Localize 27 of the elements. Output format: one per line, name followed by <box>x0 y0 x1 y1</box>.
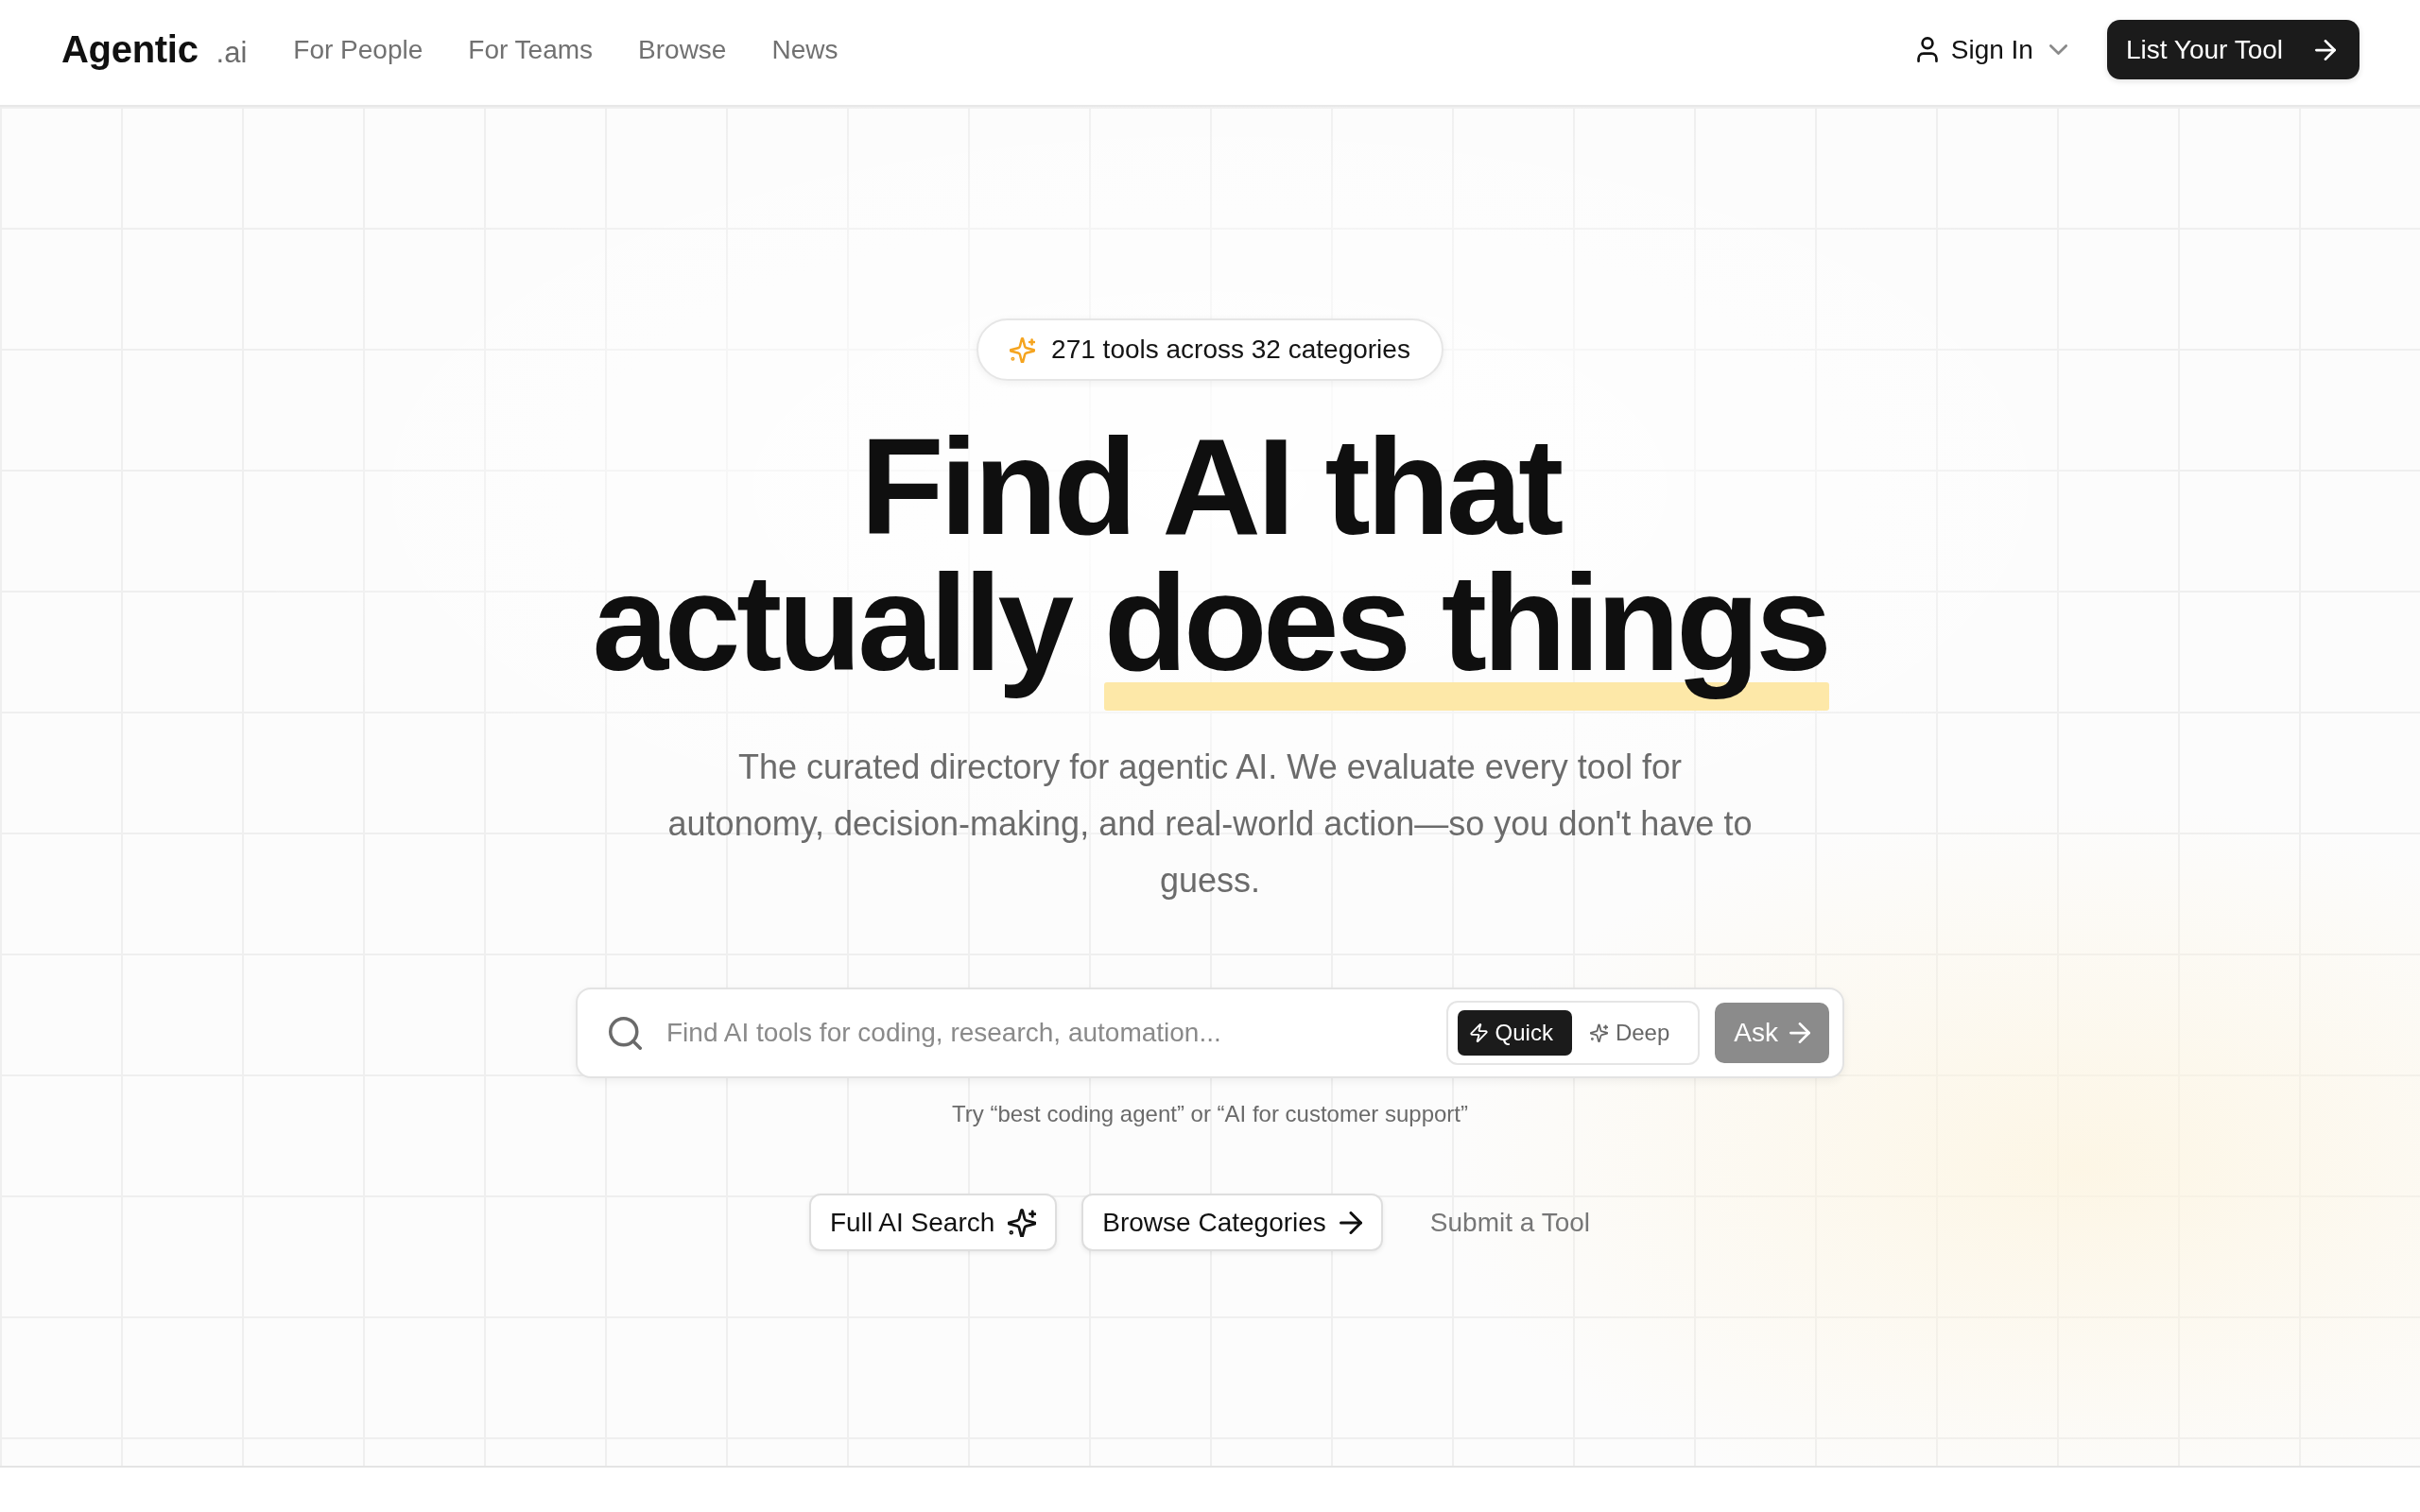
action-button[interactable]: Browse Categories <box>1081 1194 1383 1251</box>
nav-link[interactable]: News <box>771 34 838 65</box>
subtitle: The curated directory for agentic AI. We evaluate every tool for autonomy, decision-making, and real-world action—so you don't have to guess. <box>666 747 1754 902</box>
logo-suffix: .ai <box>216 36 248 70</box>
nav-link[interactable]: For Teams <box>468 34 594 65</box>
sparkles-icon <box>1008 1208 1037 1237</box>
headline: Find AI that actually does things <box>588 419 1832 713</box>
arrow-right-icon <box>2315 39 2336 60</box>
arrow-right-icon <box>1789 1022 1810 1043</box>
mode-option[interactable]: Deep <box>1577 1010 1689 1056</box>
nav-link[interactable]: Browse <box>638 34 727 65</box>
arrow-right-icon <box>1339 1211 1362 1234</box>
search-hint: Try “best coding agent” or “AI for customer support” <box>952 1100 1468 1128</box>
badge-text: 271 tools across 32 categories <box>1051 335 1410 365</box>
list-tool-button[interactable]: List Your Tool <box>2106 20 2360 79</box>
lightning-bolt-icon <box>1469 1023 1488 1042</box>
text-link[interactable]: Submit a Tool <box>1407 1194 1613 1251</box>
sign-in-button[interactable]: Sign In <box>1916 34 2067 65</box>
chevron-down-icon <box>2048 44 2067 55</box>
logo-wordmark[interactable]: Agentic <box>61 28 199 71</box>
person-icon <box>1916 37 1938 62</box>
action-button[interactable]: Full AI Search <box>809 1194 1058 1251</box>
search-icon <box>609 1016 642 1050</box>
nav-link[interactable]: For People <box>293 34 424 65</box>
sparkles-icon <box>1589 1023 1608 1042</box>
mode-option[interactable]: Quick <box>1457 1010 1572 1056</box>
sparkles-icon <box>1010 336 1036 363</box>
